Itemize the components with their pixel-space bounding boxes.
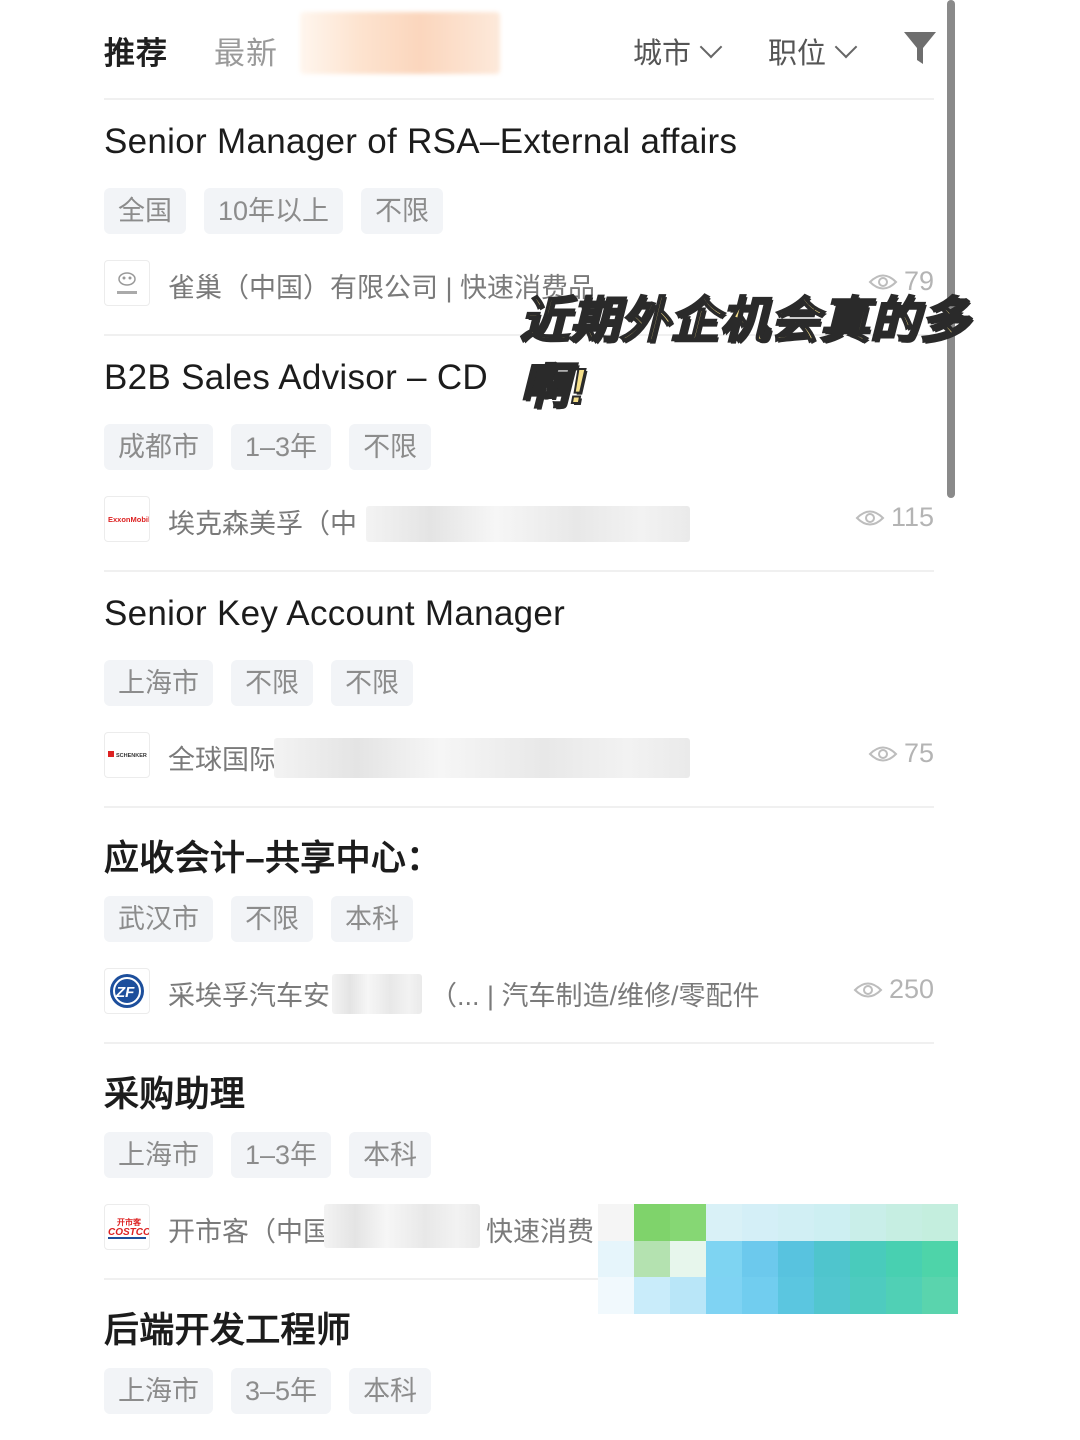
view-count: 75 <box>868 738 934 769</box>
funnel-icon[interactable] <box>903 30 937 66</box>
chevron-down-icon <box>699 35 723 59</box>
exxonmobil-logo: ExxonMobil <box>104 496 150 542</box>
schenker-logo: SCHENKER <box>104 732 150 778</box>
job-title[interactable]: 采购助理 <box>104 1066 245 1117</box>
tab-latest[interactable]: 最新 <box>214 28 278 73</box>
job-tags: 全国 10年以上 不限 <box>104 188 444 234</box>
company-industry: （... | 汽车制造/维修/零配件 <box>430 981 760 1011</box>
nestle-logo <box>104 260 150 306</box>
job-title[interactable]: 后端开发工程师 <box>104 1302 351 1353</box>
company-row: ExxonMobil 埃克森美孚（中 115 <box>104 496 934 544</box>
tag-education: 不限 <box>331 660 413 706</box>
position-dropdown[interactable]: 职位 <box>768 30 860 72</box>
job-title[interactable]: 应收会计–共享中心： <box>104 830 441 881</box>
pixelated-overlay <box>598 1204 958 1314</box>
tag-education: 不限 <box>349 424 432 470</box>
view-count-value: 75 <box>903 738 934 768</box>
svg-text:SCHENKER: SCHENKER <box>116 753 147 759</box>
tag-location: 上海市 <box>104 1368 213 1414</box>
city-dropdown[interactable]: 城市 <box>633 30 725 72</box>
svg-text:ExxonMobil: ExxonMobil <box>108 515 149 524</box>
job-tags: 上海市 不限 不限 <box>104 660 413 706</box>
blurred-tab-region <box>300 12 500 74</box>
svg-text:COSTCO: COSTCO <box>108 1227 149 1238</box>
company-name: 全球国际 <box>168 745 276 775</box>
svg-text:开市客: 开市客 <box>117 1217 142 1227</box>
tag-experience: 1–3年 <box>231 424 332 470</box>
chevron-down-icon <box>834 35 858 59</box>
tag-location: 上海市 <box>104 660 213 706</box>
eye-icon <box>868 746 898 761</box>
caption-line-2: 啊! <box>519 359 588 415</box>
eye-icon <box>855 510 885 525</box>
job-title[interactable]: Senior Manager of RSA–External affairs <box>104 122 737 162</box>
company-name: 采埃孚汽车安 <box>168 981 330 1011</box>
company-row: ZF 采埃孚汽车安 （... | 汽车制造/维修/零配件 250 <box>104 968 934 1016</box>
company-row: SCHENKER 全球国际 75 <box>104 732 934 780</box>
costco-logo: 开市客 COSTCO <box>104 1204 150 1250</box>
view-count: 115 <box>855 502 934 533</box>
blurred-company-region <box>366 506 690 542</box>
position-dropdown-label: 职位 <box>768 38 827 70</box>
tag-location: 全国 <box>104 188 186 234</box>
job-tags: 武汉市 不限 本科 <box>104 896 413 942</box>
overlay-caption: 近期外企机会真的多 啊! <box>519 288 971 420</box>
tag-education: 本科 <box>349 1132 432 1178</box>
tag-experience: 10年以上 <box>204 188 344 234</box>
eye-icon <box>853 982 883 997</box>
company-name: 埃克森美孚（中 <box>168 509 357 539</box>
company-name: 开市客（中国 <box>168 1217 330 1247</box>
zf-logo: ZF <box>104 968 150 1014</box>
caption-line-1: 近期外企机会真的多 <box>519 293 971 349</box>
view-count: 250 <box>853 974 934 1005</box>
tag-experience: 1–3年 <box>231 1132 332 1178</box>
tag-location: 成都市 <box>104 424 213 470</box>
scrollbar[interactable] <box>947 0 955 498</box>
tab-recommended[interactable]: 推荐 <box>104 28 168 73</box>
company-industry: 快速消费 <box>486 1217 594 1247</box>
tag-experience: 不限 <box>231 896 313 942</box>
svg-text:ZF: ZF <box>115 984 135 1001</box>
tag-location: 上海市 <box>104 1132 213 1178</box>
job-title[interactable]: B2B Sales Advisor – CD <box>104 358 488 398</box>
blurred-company-region <box>274 738 690 778</box>
job-tags: 上海市 1–3年 本科 <box>104 1132 432 1178</box>
tag-experience: 3–5年 <box>231 1368 332 1414</box>
job-title[interactable]: Senior Key Account Manager <box>104 594 565 634</box>
top-filter-bar: 推荐 最新 城市 职位 <box>0 0 1080 100</box>
blurred-company-region <box>324 1204 480 1248</box>
city-dropdown-label: 城市 <box>633 38 692 70</box>
view-count-value: 250 <box>888 974 934 1004</box>
tag-education: 本科 <box>349 1368 432 1414</box>
tag-education: 本科 <box>331 896 413 942</box>
tag-location: 武汉市 <box>104 896 213 942</box>
job-tags: 成都市 1–3年 不限 <box>104 424 432 470</box>
tag-experience: 不限 <box>231 660 313 706</box>
blurred-company-region <box>332 974 422 1014</box>
view-count-value: 115 <box>890 502 934 532</box>
job-card[interactable]: 应收会计–共享中心： 武汉市 不限 本科 ZF 采埃孚汽车安 （... | 汽车… <box>104 808 934 1044</box>
job-card[interactable]: Senior Key Account Manager 上海市 不限 不限 SCH… <box>104 572 934 808</box>
job-tags: 上海市 3–5年 本科 <box>104 1368 432 1414</box>
tag-education: 不限 <box>361 188 444 234</box>
